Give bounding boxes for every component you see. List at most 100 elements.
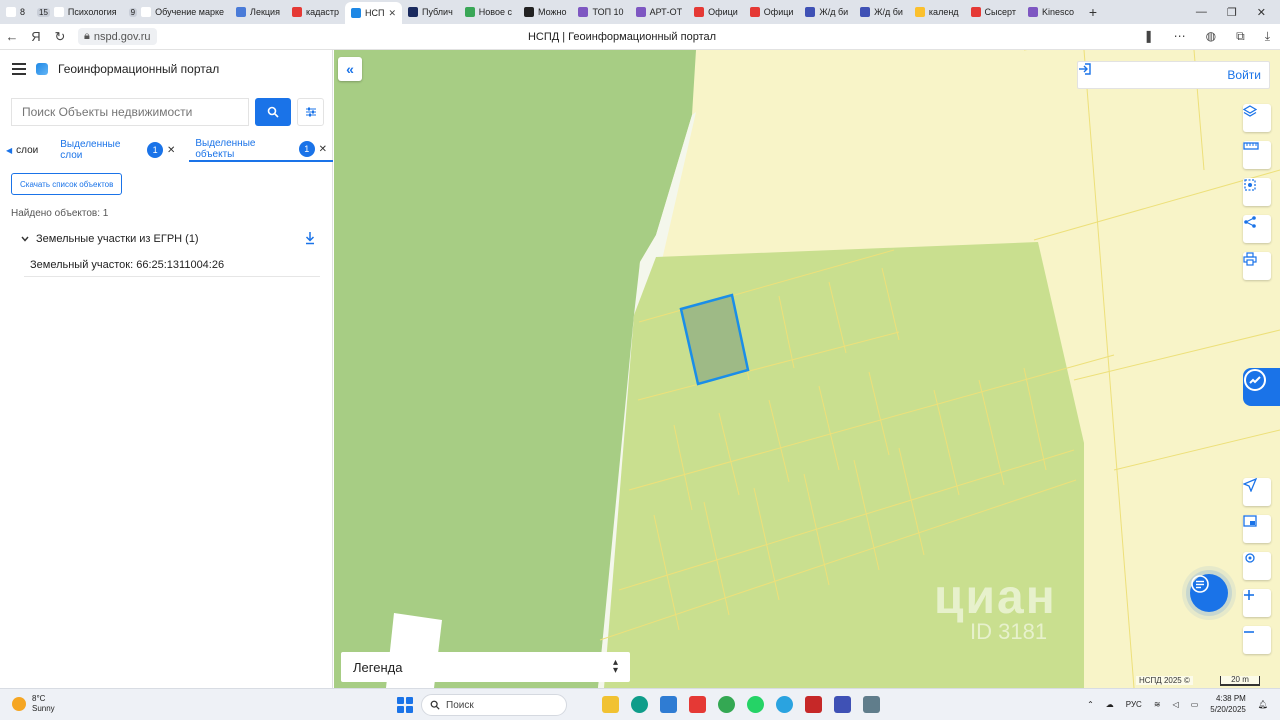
new-tab-button[interactable]: + bbox=[1084, 3, 1102, 21]
yandex-icon[interactable]: Я bbox=[24, 29, 48, 44]
layers-button[interactable] bbox=[1243, 104, 1271, 132]
tab-label: Лекция bbox=[250, 7, 280, 17]
collapse-sidebar-button[interactable]: « bbox=[338, 57, 362, 81]
login-button[interactable]: Войти bbox=[1077, 61, 1270, 89]
volume-icon[interactable]: ◁ bbox=[1173, 700, 1179, 709]
chevron-down-icon[interactable] bbox=[20, 234, 30, 244]
search-input[interactable] bbox=[11, 98, 249, 126]
url-field[interactable]: 🔒︎ nspd.gov.ru bbox=[78, 28, 157, 45]
wifi-icon[interactable]: ≋ bbox=[1154, 700, 1161, 709]
result-group-label: Земельные участки из ЕГРН (1) bbox=[36, 233, 199, 245]
weather-widget[interactable]: 8°C Sunny bbox=[12, 694, 55, 714]
tab-label: ТОП 10 bbox=[592, 7, 624, 17]
close-tab-icon[interactable]: ✕ bbox=[388, 8, 396, 19]
chat-button[interactable] bbox=[1190, 574, 1228, 612]
browser-tab[interactable]: Можно bbox=[518, 2, 573, 22]
minimize-icon[interactable]: — bbox=[1196, 6, 1207, 18]
browser-tab[interactable]: Лекция bbox=[230, 2, 286, 22]
restore-icon[interactable]: ❐ bbox=[1227, 6, 1237, 19]
vscode-icon[interactable] bbox=[660, 696, 677, 713]
select-area-icon bbox=[1244, 179, 1256, 191]
select-area-button[interactable] bbox=[1243, 178, 1271, 206]
browser-tab[interactable]: кадастр bbox=[286, 2, 345, 22]
battery-icon[interactable]: ▭ bbox=[1191, 700, 1199, 709]
windows-start-icon[interactable] bbox=[397, 697, 413, 713]
map-view[interactable]: « Войти циан ID 3181 Легенда ▴ ▾ НСПД 20… bbox=[334, 50, 1280, 688]
download-icon[interactable]: ⤓ bbox=[1265, 29, 1270, 44]
tab-label: Психология bbox=[67, 7, 117, 17]
chrome-icon[interactable] bbox=[718, 696, 735, 713]
language-indicator[interactable]: РУС bbox=[1126, 700, 1142, 709]
zoom-in-button[interactable] bbox=[1243, 589, 1271, 617]
browser-tab[interactable]: АРТ-ОТ bbox=[630, 2, 689, 22]
browser-tab[interactable]: Новое с bbox=[459, 2, 518, 22]
portal-logo-icon bbox=[36, 63, 48, 75]
browser-tab[interactable]: Офици bbox=[688, 2, 744, 22]
page-icon bbox=[407, 7, 418, 17]
cloud-icon[interactable]: ☁ bbox=[1106, 700, 1114, 709]
feedback-button[interactable] bbox=[1243, 368, 1280, 406]
browser-tab[interactable]: Офици bbox=[744, 2, 800, 22]
download-icon[interactable] bbox=[304, 231, 316, 245]
filter-button[interactable] bbox=[297, 98, 324, 126]
scale-bar: 20 m bbox=[1220, 676, 1260, 686]
map-canvas[interactable] bbox=[334, 50, 1280, 688]
browser-tab-active[interactable]: НСП ✕ bbox=[344, 2, 402, 24]
tab-layers[interactable]: ◀ слои bbox=[0, 138, 44, 162]
back-icon[interactable]: ← bbox=[0, 29, 24, 44]
page-icon bbox=[578, 7, 589, 17]
tab-label: Kinesco bbox=[1041, 7, 1074, 17]
chevron-up-icon[interactable]: ⌃ bbox=[1087, 700, 1094, 709]
caret-left-icon: ◀ bbox=[6, 145, 13, 155]
close-icon[interactable]: ✕ bbox=[319, 144, 327, 155]
legend-dropdown[interactable]: Легенда ▴ ▾ bbox=[341, 652, 630, 682]
sun-icon bbox=[12, 697, 26, 711]
edge-icon[interactable] bbox=[631, 696, 648, 713]
app-icon[interactable] bbox=[805, 696, 822, 713]
menu-icon[interactable] bbox=[12, 63, 26, 75]
telegram-icon[interactable] bbox=[776, 696, 793, 713]
share-button[interactable] bbox=[1243, 215, 1271, 243]
browser-tab[interactable]: 15 Психология bbox=[31, 2, 123, 22]
close-window-icon[interactable]: ✕ bbox=[1257, 6, 1266, 19]
notification-icon[interactable]: 🔔︎ bbox=[1258, 700, 1268, 709]
browser-tab[interactable]: Kinesco bbox=[1022, 2, 1080, 22]
zoom-out-button[interactable] bbox=[1243, 626, 1271, 654]
tab-selected-layers[interactable]: Выделенные слои 1 ✕ bbox=[54, 138, 181, 162]
tab-selected-objects[interactable]: Выделенные объекты 1 ✕ bbox=[189, 138, 333, 162]
browser-tab[interactable]: 8 bbox=[0, 2, 31, 22]
whatsapp-icon[interactable] bbox=[747, 696, 764, 713]
search-button[interactable] bbox=[255, 98, 291, 126]
download-list-button[interactable]: Скачать список объектов bbox=[11, 173, 123, 195]
tab-label: календ bbox=[928, 7, 959, 17]
browser-tab[interactable]: календ bbox=[909, 2, 965, 22]
bookmark-icon[interactable]: ❚ bbox=[1144, 29, 1154, 44]
file-explorer-icon[interactable] bbox=[602, 696, 619, 713]
browser-tab[interactable]: Ж/д би bbox=[799, 2, 854, 22]
minimap-button[interactable] bbox=[1243, 515, 1271, 543]
more-icon[interactable]: ⋯ bbox=[1174, 29, 1186, 44]
close-icon[interactable]: ✕ bbox=[167, 145, 175, 156]
result-group[interactable]: Земельные участки из ЕГРН (1) bbox=[20, 230, 316, 248]
browser-tab[interactable]: Ж/д би bbox=[854, 2, 909, 22]
browser-tab[interactable]: ТОП 10 bbox=[572, 2, 629, 22]
clock[interactable]: 4:38 PM 5/20/2025 bbox=[1210, 693, 1246, 715]
notes-icon[interactable] bbox=[834, 696, 851, 713]
yandex-browser-icon[interactable] bbox=[689, 696, 706, 713]
print-button[interactable] bbox=[1243, 252, 1271, 280]
browser-tab[interactable]: 9 Обучение марке bbox=[123, 2, 230, 22]
extensions-icon[interactable]: ⧉ bbox=[1236, 29, 1245, 44]
profile-icon[interactable]: ◍ bbox=[1206, 29, 1216, 44]
measure-button[interactable] bbox=[1243, 141, 1271, 169]
reload-icon[interactable]: ↻ bbox=[48, 29, 72, 45]
page-icon bbox=[635, 7, 646, 17]
locate-button[interactable] bbox=[1243, 478, 1271, 506]
nspd-icon bbox=[350, 8, 361, 18]
list-item[interactable]: Земельный участок: 66:25:1311004:26 bbox=[24, 253, 320, 277]
browser-tab[interactable]: Сысерт bbox=[965, 2, 1022, 22]
taskbar-search[interactable]: Поиск bbox=[421, 694, 567, 716]
found-count: Найдено объектов: 1 bbox=[11, 208, 109, 219]
calculator-icon[interactable] bbox=[863, 696, 880, 713]
geolocation-button[interactable] bbox=[1243, 552, 1271, 580]
browser-tab[interactable]: Публич bbox=[402, 2, 459, 22]
